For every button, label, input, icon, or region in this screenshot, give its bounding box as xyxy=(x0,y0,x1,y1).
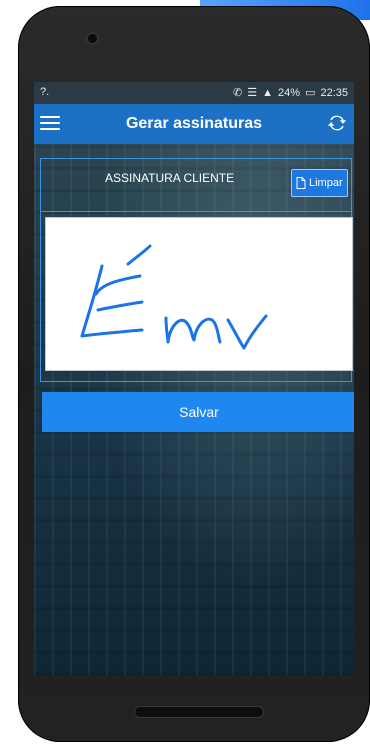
app-bar: Gerar assinaturas xyxy=(34,104,354,144)
clear-button-label: Limpar xyxy=(309,177,343,189)
document-icon xyxy=(296,177,306,189)
wifi-icon: ☰ xyxy=(247,87,258,99)
save-button[interactable]: Salvar xyxy=(42,392,354,432)
signature-panel: ASSINATURA CLIENTE Limpar xyxy=(40,158,353,382)
phone-frame: ?. ✆ ☰ ▲ 24% ▭ 22:35 Gerar assinaturas A… xyxy=(18,6,370,742)
status-bar: ?. ✆ ☰ ▲ 24% ▭ 22:35 xyxy=(34,82,354,104)
app-screen: ?. ✆ ☰ ▲ 24% ▭ 22:35 Gerar assinaturas A… xyxy=(34,82,354,676)
signature-header: ASSINATURA CLIENTE Limpar xyxy=(41,159,351,212)
signature-title: ASSINATURA CLIENTE xyxy=(105,171,235,185)
front-camera xyxy=(88,34,97,43)
signature-canvas[interactable] xyxy=(45,217,353,371)
battery-percent: 24% xyxy=(278,86,301,99)
refresh-icon[interactable] xyxy=(326,112,348,134)
status-carrier: ?. xyxy=(40,86,50,98)
page-title: Gerar assinaturas xyxy=(125,115,263,132)
status-icons: ✆ ☰ ▲ 24% ▭ 22:35 xyxy=(233,86,348,100)
signal-icon: ▲ xyxy=(262,86,274,99)
signature-drawing xyxy=(80,244,268,350)
call-icon: ✆ xyxy=(233,87,243,99)
battery-icon: ▭ xyxy=(305,87,316,99)
home-button[interactable] xyxy=(134,706,264,718)
clear-button[interactable]: Limpar xyxy=(291,169,348,197)
status-time: 22:35 xyxy=(320,86,348,99)
